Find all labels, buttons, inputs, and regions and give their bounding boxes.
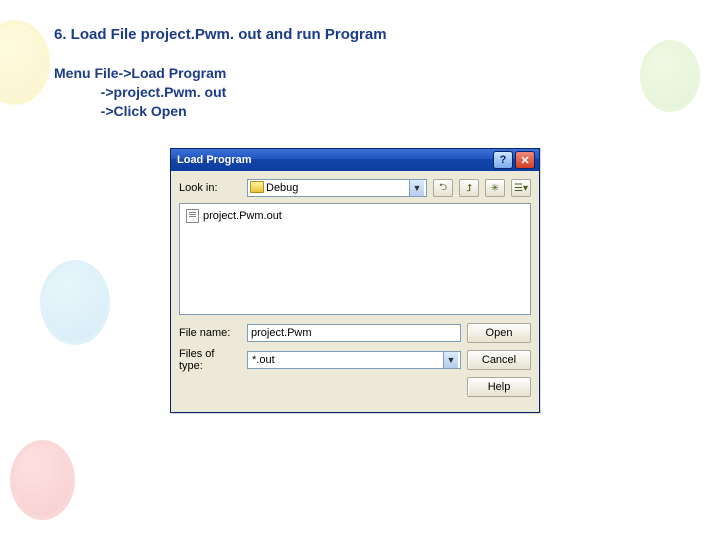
chevron-down-icon[interactable]: ▼	[443, 352, 458, 368]
help-button[interactable]: Help	[467, 377, 531, 397]
instruction-line-3: ->Click Open	[54, 103, 187, 119]
filetype-combo[interactable]: *.out ▼	[247, 351, 461, 369]
filetype-value: *.out	[252, 354, 275, 366]
lookin-row: Look in: Debug ▼ ⮌ ⮥ ✳ ☰▾	[179, 179, 531, 197]
new-folder-icon[interactable]: ✳	[485, 179, 505, 197]
load-program-dialog: Load Program ? ✕ Look in: Debug ▼ ⮌ ⮥ ✳ …	[170, 148, 540, 413]
chevron-down-icon[interactable]: ▼	[409, 180, 424, 196]
list-item[interactable]: project.Pwm.out	[184, 208, 284, 224]
filetype-label: Files of type:	[179, 348, 241, 372]
lookin-label: Look in:	[179, 182, 241, 194]
decor-balloon-blue	[40, 260, 110, 345]
dialog-title: Load Program	[175, 154, 491, 166]
lookin-combo[interactable]: Debug ▼	[247, 179, 427, 197]
dialog-body: Look in: Debug ▼ ⮌ ⮥ ✳ ☰▾ project.Pwm.ou…	[171, 171, 539, 412]
decor-balloon-red	[10, 440, 75, 520]
close-icon[interactable]: ✕	[515, 151, 535, 169]
decor-balloon-yellow	[0, 20, 50, 105]
instruction-line-1: Menu File->Load Program	[54, 65, 226, 81]
instructions: Menu File->Load Program ->project.Pwm. o…	[54, 64, 226, 121]
filename-input[interactable]: project.Pwm	[247, 324, 461, 342]
file-list[interactable]: project.Pwm.out	[179, 203, 531, 315]
filename-value: project.Pwm	[251, 327, 312, 339]
help-row: Help	[179, 377, 531, 397]
titlebar[interactable]: Load Program ? ✕	[171, 149, 539, 171]
instruction-line-2: ->project.Pwm. out	[54, 84, 226, 100]
view-menu-icon[interactable]: ☰▾	[511, 179, 531, 197]
file-item-label: project.Pwm.out	[203, 210, 282, 222]
open-button[interactable]: Open	[467, 323, 531, 343]
filetype-row: Files of type: *.out ▼ Cancel	[179, 348, 531, 372]
cancel-button[interactable]: Cancel	[467, 350, 531, 370]
decor-balloon-green	[640, 40, 700, 112]
folder-icon	[250, 181, 264, 193]
slide-heading: 6. Load File project.Pwm. out and run Pr…	[54, 26, 387, 43]
back-icon[interactable]: ⮌	[433, 179, 453, 197]
filename-row: File name: project.Pwm Open	[179, 323, 531, 343]
up-folder-icon[interactable]: ⮥	[459, 179, 479, 197]
document-icon	[186, 209, 199, 223]
filename-label: File name:	[179, 327, 241, 339]
help-icon[interactable]: ?	[493, 151, 513, 169]
lookin-value: Debug	[266, 182, 298, 194]
